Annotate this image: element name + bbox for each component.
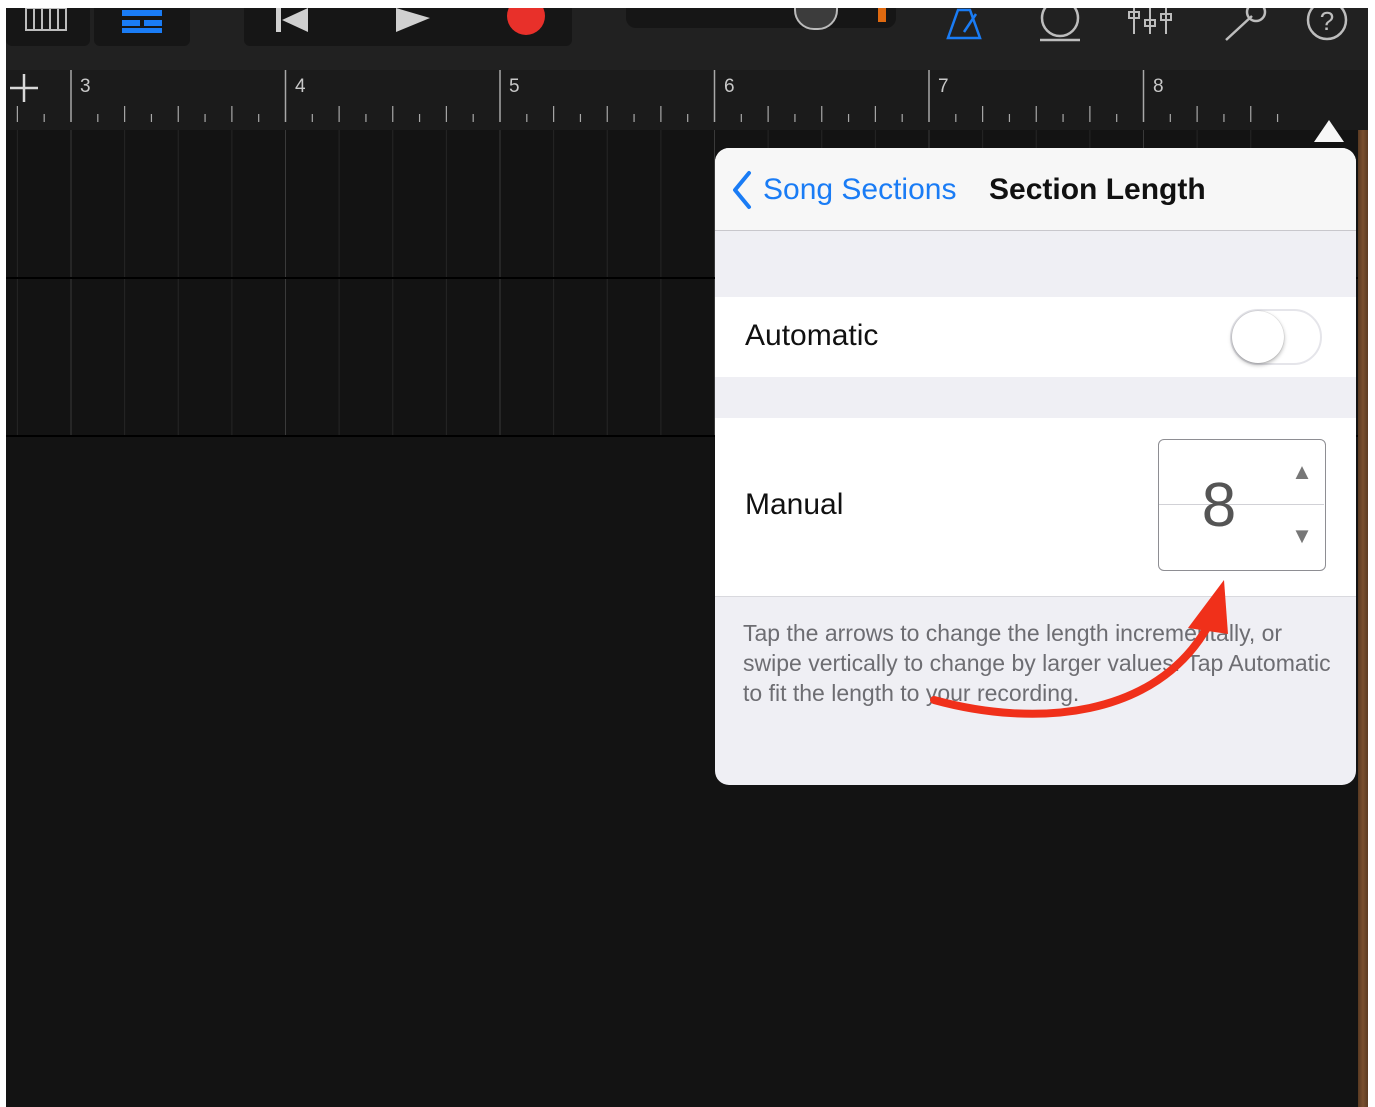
- rewind-icon[interactable]: [272, 8, 312, 34]
- stepper-up-arrow-icon[interactable]: ▲: [1289, 460, 1315, 484]
- bar-number-5: 5: [509, 76, 520, 97]
- manual-label: Manual: [745, 488, 844, 521]
- popover-header: Song Sections Section Length: [715, 148, 1356, 231]
- tracks-view-icon: [122, 10, 162, 33]
- callout-arrow: [930, 580, 1228, 718]
- back-button[interactable]: Song Sections: [731, 170, 956, 210]
- keyboard-icon: [25, 8, 67, 31]
- tracks-view-button[interactable]: [94, 8, 190, 46]
- settings-wrench-icon[interactable]: [1220, 8, 1268, 42]
- wood-side-panel: [1358, 130, 1368, 1107]
- length-stepper[interactable]: 8 ▲ ▼: [1158, 439, 1326, 571]
- automatic-toggle[interactable]: [1230, 309, 1322, 365]
- volume-slider[interactable]: [626, 8, 896, 30]
- bar-number-8: 8: [1153, 76, 1164, 97]
- transport-controls: [244, 8, 572, 46]
- garageband-screen: ? 3 4 5 6 7 8 Song Sections Section Leng…: [6, 8, 1368, 1107]
- automatic-row: Automatic: [715, 297, 1356, 377]
- loop-icon[interactable]: [1036, 8, 1084, 42]
- level-meter: [878, 8, 886, 22]
- volume-knob[interactable]: [794, 8, 838, 30]
- metronome-icon[interactable]: [942, 8, 986, 40]
- timeline-ruler[interactable]: 3 4 5 6 7 8: [6, 70, 1368, 130]
- stepper-value: 8: [1201, 471, 1237, 540]
- browser-button[interactable]: [6, 8, 90, 46]
- bar-number-3: 3: [80, 76, 91, 97]
- help-icon[interactable]: ?: [1304, 8, 1350, 42]
- record-icon[interactable]: [504, 8, 548, 36]
- automatic-label: Automatic: [745, 319, 879, 352]
- stepper-down-arrow-icon[interactable]: ▼: [1289, 524, 1315, 548]
- bar-number-7: 7: [938, 76, 949, 97]
- chevron-left-icon: [733, 171, 751, 209]
- mixer-icon[interactable]: [1126, 8, 1174, 38]
- toggle-knob: [1232, 311, 1284, 363]
- control-bar: ?: [6, 8, 1368, 70]
- svg-text:?: ?: [1320, 8, 1334, 36]
- play-icon[interactable]: [390, 8, 434, 34]
- ruler-ticks: [16, 70, 1279, 122]
- popover-title: Section Length: [989, 173, 1206, 206]
- popover-arrow: [1314, 120, 1344, 142]
- back-button-label: Song Sections: [763, 173, 957, 206]
- plus-icon[interactable]: [6, 70, 42, 106]
- bar-number-6: 6: [724, 76, 735, 97]
- bar-number-4: 4: [295, 76, 306, 97]
